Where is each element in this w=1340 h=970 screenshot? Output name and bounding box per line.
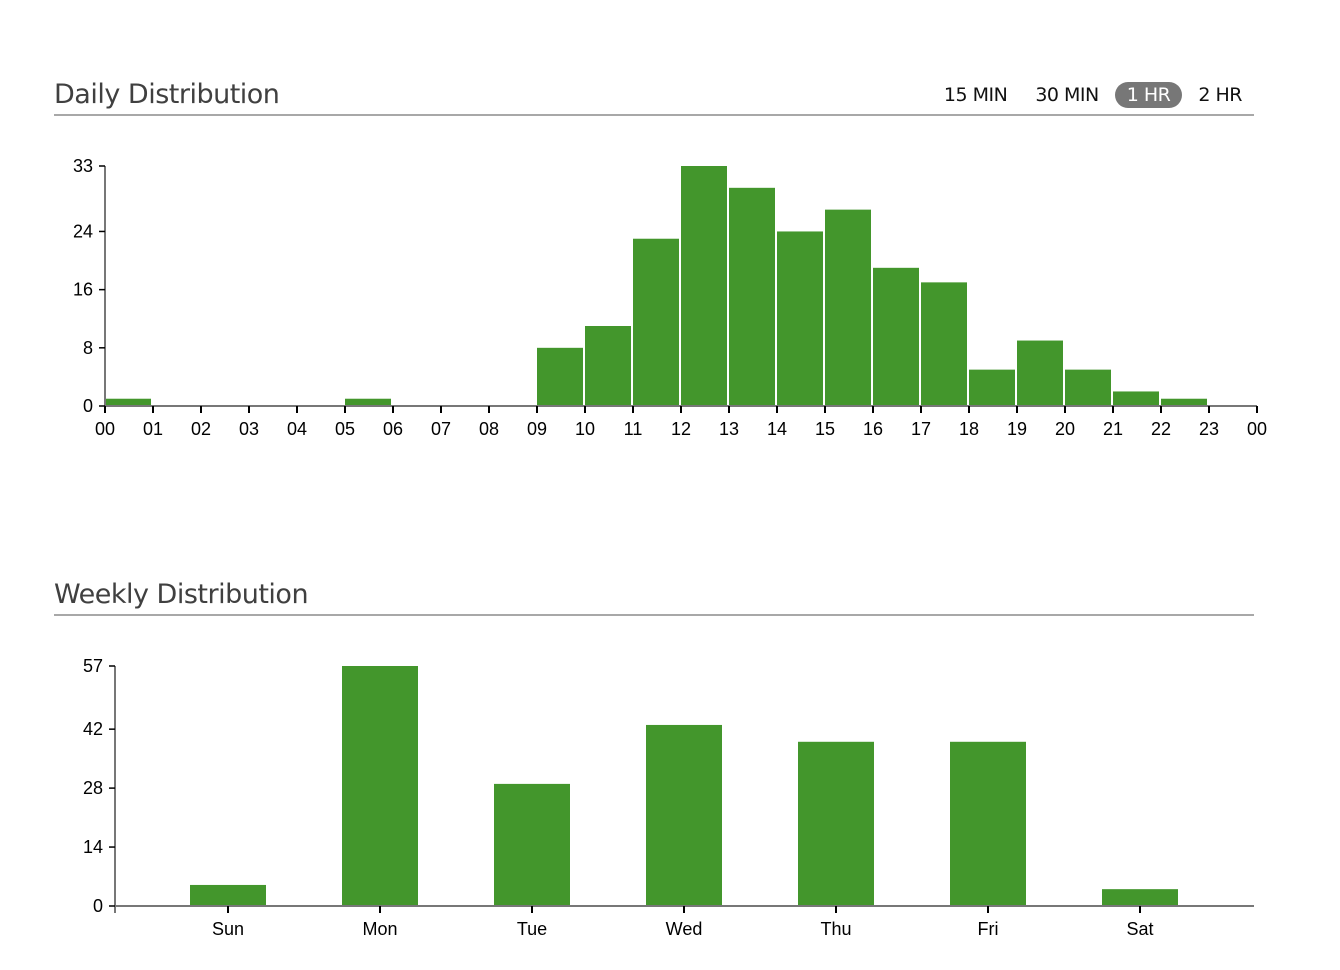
y-tick-label: 24 [73, 221, 93, 241]
bar-12 [681, 166, 727, 406]
x-tick-label: 16 [863, 419, 883, 439]
x-tick-label: 23 [1199, 419, 1219, 439]
weekly-distribution-title: Weekly Distribution [54, 579, 309, 610]
bar-00 [105, 398, 151, 406]
range-15-min-button[interactable]: 15 MIN [932, 82, 1019, 108]
x-tick-label: 02 [191, 419, 211, 439]
y-tick-label: 16 [73, 280, 93, 300]
daily-distribution-title: Daily Distribution [54, 79, 280, 110]
x-tick-label: 12 [671, 419, 691, 439]
bar-tue [494, 783, 570, 906]
bar-10 [585, 326, 631, 406]
x-tick-label: Sat [1126, 919, 1153, 939]
x-tick-label: 09 [527, 419, 547, 439]
x-tick-label: 17 [911, 419, 931, 439]
y-tick-label: 57 [83, 656, 103, 676]
bar-sun [190, 884, 266, 906]
x-tick-label: Sun [212, 919, 244, 939]
y-tick-label: 14 [83, 837, 103, 857]
y-tick-label: 28 [83, 778, 103, 798]
bar-fri [950, 741, 1026, 906]
x-tick-label: 10 [575, 419, 595, 439]
bar-18 [969, 369, 1015, 406]
x-tick-label: 11 [624, 419, 643, 439]
x-tick-label: 19 [1007, 419, 1027, 439]
bar-15 [825, 209, 871, 406]
bar-09 [537, 347, 583, 406]
x-tick-label: 08 [479, 419, 499, 439]
x-tick-label: 05 [335, 419, 355, 439]
x-tick-label: 14 [767, 419, 787, 439]
bar-mon [342, 666, 418, 906]
bar-wed [646, 724, 722, 906]
bar-20 [1065, 369, 1111, 406]
x-tick-label: 13 [719, 419, 739, 439]
range-1-hr-button[interactable]: 1 HR [1114, 82, 1183, 108]
x-tick-label: Wed [666, 919, 703, 939]
y-tick-label: 0 [93, 896, 103, 916]
bar-14 [777, 231, 823, 406]
range-30-min-button[interactable]: 30 MIN [1023, 82, 1110, 108]
x-tick-label: 21 [1103, 419, 1123, 439]
x-tick-label: 04 [287, 419, 307, 439]
bar-13 [729, 187, 775, 406]
x-tick-label: 00 [1247, 419, 1267, 439]
x-tick-label: 07 [431, 419, 451, 439]
daily-distribution-header: Daily Distribution 15 MIN 30 MIN 1 HR 2 … [54, 60, 1254, 116]
bin-size-toggle: 15 MIN 30 MIN 1 HR 2 HR [932, 82, 1254, 108]
x-tick-label: 20 [1055, 419, 1075, 439]
x-tick-label: Tue [517, 919, 547, 939]
bar-22 [1161, 398, 1207, 406]
weekly-distribution-header: Weekly Distribution [54, 560, 1254, 616]
x-tick-label: 01 [143, 419, 163, 439]
y-tick-label: 8 [83, 338, 93, 358]
y-tick-label: 33 [73, 156, 93, 176]
bar-21 [1113, 391, 1159, 406]
x-tick-label: 00 [95, 419, 115, 439]
x-tick-label: Fri [978, 919, 999, 939]
x-tick-label: 06 [383, 419, 403, 439]
x-tick-label: Mon [362, 919, 397, 939]
y-tick-label: 0 [83, 396, 93, 416]
x-tick-label: 22 [1151, 419, 1171, 439]
bar-thu [798, 741, 874, 906]
x-tick-label: 15 [815, 419, 835, 439]
bar-19 [1017, 340, 1063, 406]
bar-05 [345, 398, 391, 406]
bar-16 [873, 267, 919, 406]
y-tick-label: 42 [83, 719, 103, 739]
x-tick-label: 18 [959, 419, 979, 439]
range-2-hr-button[interactable]: 2 HR [1186, 82, 1254, 108]
bar-17 [921, 282, 967, 406]
x-tick-label: 03 [239, 419, 259, 439]
bar-sat [1102, 889, 1178, 906]
daily-distribution-chart: 0816243300 01 02 03 04 05 06 07 08 09 10 11 12 13 14 15… [73, 156, 1267, 439]
weekly-distribution-chart: 0 14 28 42 57 Sun Mon Tue Wed Thu Fri Sat [83, 656, 1254, 939]
x-tick-label: Thu [820, 919, 851, 939]
bar-11 [633, 238, 679, 406]
